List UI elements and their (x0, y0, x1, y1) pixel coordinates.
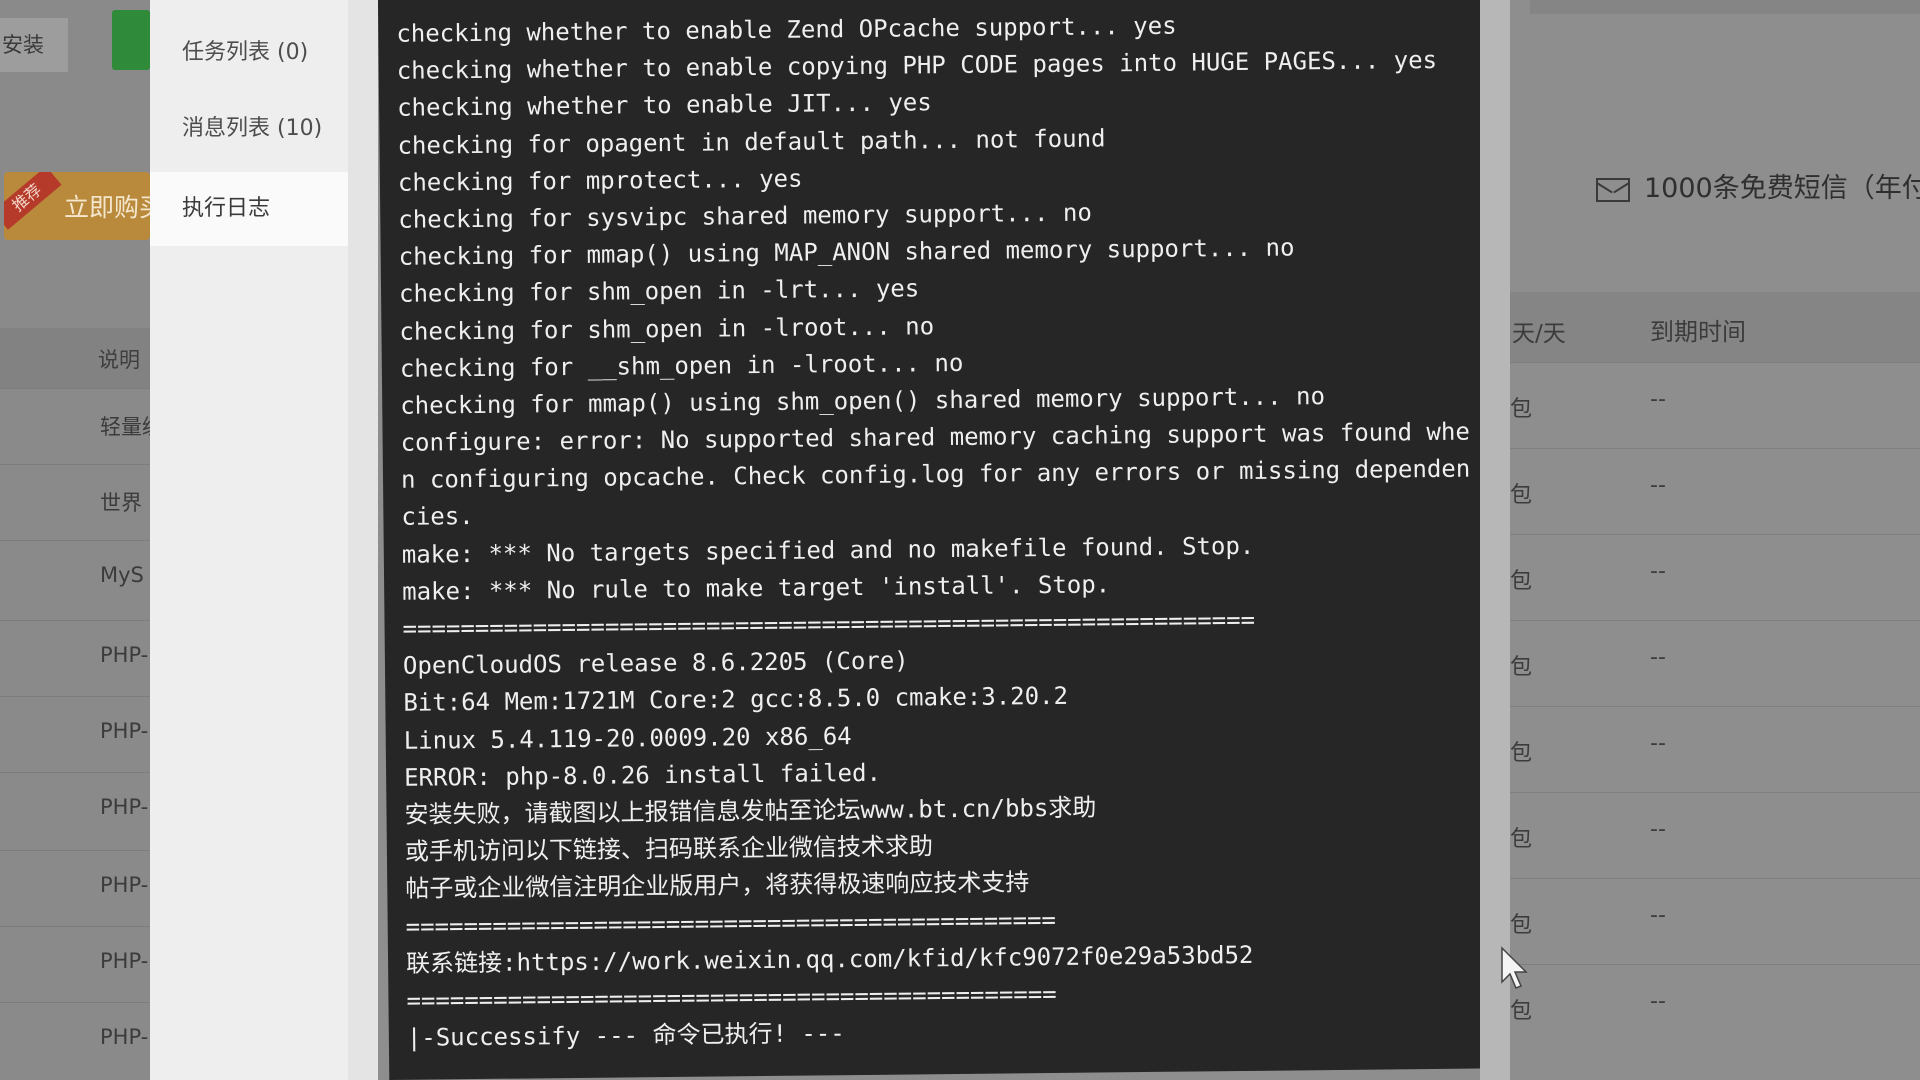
table-row: 包 -- (1510, 534, 1920, 620)
software-row[interactable]: 世界 (0, 464, 150, 540)
row-cell: 包 (1510, 999, 1533, 1024)
software-row[interactable]: PHP- (0, 696, 150, 772)
row-cell: 包 (1510, 741, 1533, 766)
software-row[interactable]: PHP- (0, 850, 150, 926)
software-row[interactable]: PHP- (0, 926, 150, 1002)
row-cell: 包 (1510, 827, 1533, 852)
background-page-right: 1000条免费短信（年付 天/天 到期时间 包 -- 包 -- 包 -- 包 -- 包 -… (1510, 0, 1920, 1080)
expiry-cell: -- (1650, 731, 1666, 756)
software-name: PHP- (100, 719, 149, 743)
background-page-left: 安装 推荐 立即购买 说明 轻量级 世界 MyS PHP- PHP- PHP- … (0, 0, 163, 1080)
table-row: 包 -- (1510, 362, 1920, 448)
top-bar (1530, 0, 1920, 14)
row-cell: 包 (1510, 655, 1533, 680)
buy-now-label: 立即购买 (64, 193, 150, 222)
menu-item-task-list[interactable]: 任务列表 (0) (150, 16, 348, 90)
table-row: 包 -- (1510, 448, 1920, 534)
dialog-sidebar: 任务列表 (0) 消息列表 (10) 执行日志 (150, 0, 378, 1080)
software-row[interactable]: PHP- (0, 772, 150, 848)
software-name: PHP- (100, 1025, 149, 1049)
menu-item-execution-log[interactable]: 执行日志 (150, 172, 348, 246)
execution-log-terminal[interactable]: checking whether to enable Zend OPcache … (378, 0, 1492, 1080)
expiry-cell: -- (1650, 559, 1666, 584)
software-name: MyS (100, 563, 144, 587)
software-name: 世界 (100, 491, 142, 515)
row-cell: 包 (1510, 483, 1533, 508)
software-list-header: 说明 (0, 328, 150, 388)
software-name: PHP- (100, 873, 149, 897)
green-action-button[interactable] (112, 10, 150, 70)
software-row[interactable]: 轻量级 (0, 388, 163, 464)
software-row[interactable]: MyS (0, 540, 150, 616)
mail-icon (1596, 177, 1630, 202)
install-tab[interactable]: 安装 (0, 18, 68, 72)
menu-item-message-list[interactable]: 消息列表 (10) (150, 92, 348, 166)
software-row[interactable]: PHP- (0, 1002, 150, 1078)
software-name: PHP- (100, 795, 149, 819)
table-row: 包 -- (1510, 878, 1920, 964)
expiry-cell: -- (1650, 473, 1666, 498)
buy-now-button[interactable]: 推荐 立即购买 (4, 172, 150, 240)
sidebar-divider (348, 0, 378, 1080)
expiry-cell: -- (1650, 387, 1666, 412)
row-cell: 包 (1510, 569, 1533, 594)
expiry-cell: -- (1650, 903, 1666, 928)
header-description: 说明 (98, 348, 140, 372)
table-header: 天/天 到期时间 (1510, 292, 1920, 362)
header-price-per-day: 天/天 (1512, 321, 1566, 347)
table-row: 包 -- (1510, 964, 1920, 1050)
expiry-cell: -- (1650, 645, 1666, 670)
table-row: 包 -- (1510, 706, 1920, 792)
row-cell: 包 (1510, 913, 1533, 938)
recommend-badge: 推荐 (4, 172, 62, 230)
expiry-cell: -- (1650, 989, 1666, 1014)
expiry-cell: -- (1650, 817, 1666, 842)
header-expiry-time: 到期时间 (1650, 318, 1746, 346)
log-line-error: configure: error: No supported shared me… (400, 417, 1471, 532)
free-sms-offer[interactable]: 1000条免费短信（年付 (1596, 166, 1920, 205)
row-cell: 包 (1510, 397, 1533, 422)
dialog-right-edge (1480, 0, 1510, 1080)
mouse-cursor-icon (1501, 946, 1528, 989)
table-row: 包 -- (1510, 620, 1920, 706)
software-name: PHP- (100, 643, 149, 667)
sms-offer-text: 1000条免费短信（年付 (1644, 173, 1920, 204)
software-row[interactable]: PHP- (0, 620, 150, 696)
software-name: PHP- (100, 949, 149, 973)
table-row: 包 -- (1510, 792, 1920, 878)
